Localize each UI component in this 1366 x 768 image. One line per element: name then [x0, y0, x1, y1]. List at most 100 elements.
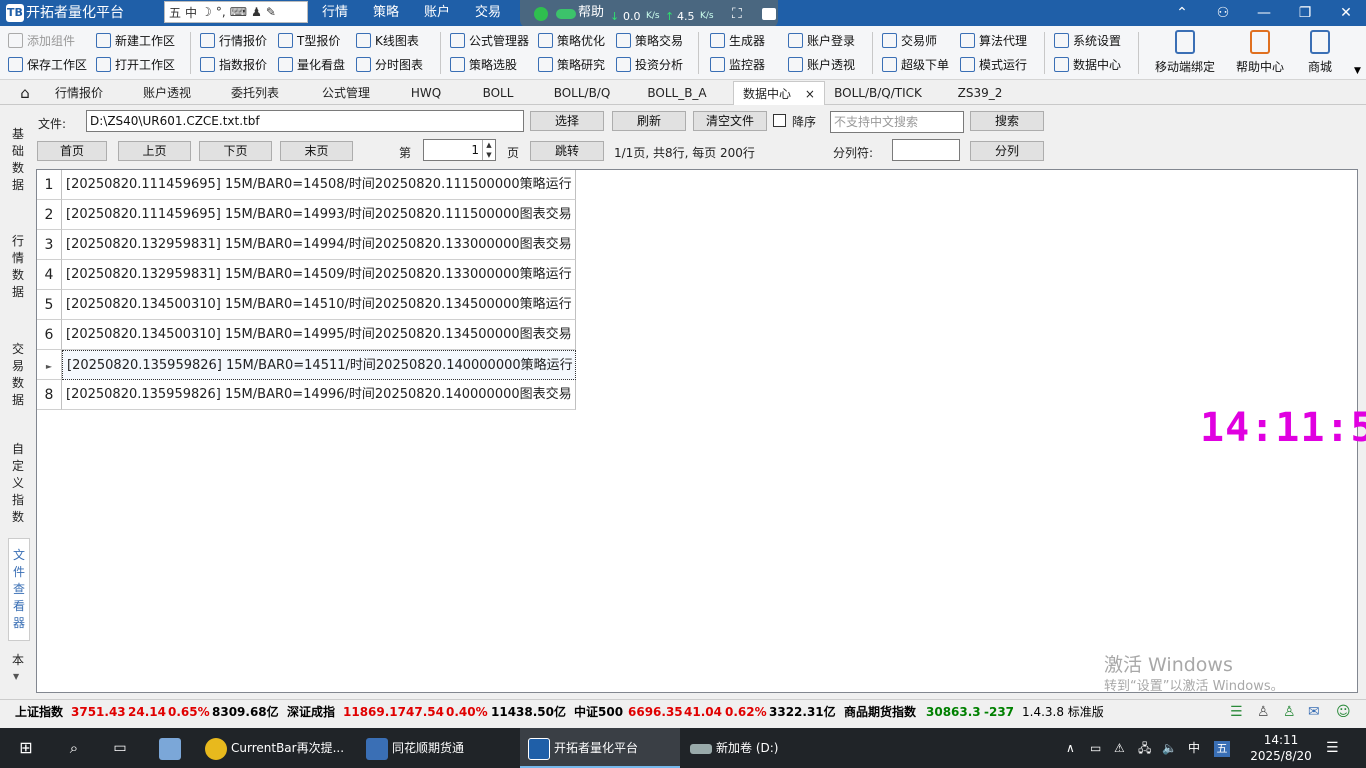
tab-data-center[interactable]: 数据中心 ×	[733, 81, 825, 105]
strategy-research-button[interactable]: 策略研究	[538, 53, 605, 75]
table-row[interactable]: 3 [20250820.132959831] 15M/BAR0=14994/时间2…	[37, 230, 577, 260]
taskbar-drive[interactable]: 新加卷 (D:)	[684, 728, 834, 768]
tab-boll-b-a[interactable]: BOLL_B_A	[638, 81, 716, 105]
search-button[interactable]: 搜索	[970, 111, 1044, 131]
nav-trade-data[interactable]: 交易数据	[10, 341, 26, 409]
start-icon[interactable]: ⊞	[14, 728, 38, 768]
nav-market-data[interactable]: 行情数据	[10, 233, 26, 301]
descending-checkbox[interactable]	[773, 114, 786, 127]
select-button[interactable]: 选择	[530, 111, 604, 131]
tick-chart-button[interactable]: 分时图表	[356, 53, 423, 75]
ime-chinese-toggle[interactable]: 中	[185, 4, 197, 21]
table-row[interactable]: 8 [20250820.135959826] 15M/BAR0=14996/时间2…	[37, 380, 577, 410]
monitor-button[interactable]: 监控器	[710, 53, 765, 75]
clear-file-button[interactable]: 清空文件	[693, 111, 767, 131]
calculator-icon[interactable]	[158, 728, 182, 768]
table-row[interactable]: 6 [20250820.134500310] 15M/BAR0=14995/时间2…	[37, 320, 577, 350]
ime-toolbar[interactable]: 五 中 ☽ °, ⌨ ♟ ✎	[164, 1, 308, 23]
last-page-button[interactable]: 末页	[280, 141, 353, 161]
collapse-icon[interactable]: ⌃	[1162, 0, 1202, 26]
search-input[interactable]: 不支持中文搜索	[830, 111, 964, 133]
person-check-icon[interactable]: ♙	[1283, 700, 1296, 724]
menu-help[interactable]: 帮助	[578, 4, 604, 22]
tray-network-icon[interactable]: 🖧	[1138, 728, 1151, 768]
split-button[interactable]: 分列	[970, 141, 1044, 161]
t-price-button[interactable]: T型报价	[278, 29, 340, 51]
generator-button[interactable]: 生成器	[710, 29, 765, 51]
screenshot-icon[interactable]: ⛶	[732, 6, 742, 22]
tab-orders[interactable]: 委托列表	[218, 81, 292, 105]
algo-agent-button[interactable]: 算法代理	[960, 29, 1027, 51]
quant-board-button[interactable]: 量化看盘	[278, 53, 345, 75]
nav-custom-index[interactable]: 自定义指数	[10, 441, 26, 526]
list-icon[interactable]: ☰	[1230, 700, 1243, 724]
tray-alert-icon[interactable]: ⚠	[1114, 728, 1125, 768]
restore-button[interactable]: ❐	[1285, 0, 1325, 26]
row-text[interactable]: [20250820.135959826] 15M/BAR0=14996/时间20…	[62, 380, 576, 410]
menu-market[interactable]: 行情	[322, 4, 348, 22]
tab-boll-b-q[interactable]: BOLL/B/Q	[545, 81, 619, 105]
tab-formula[interactable]: 公式管理	[308, 81, 384, 105]
chat-icon[interactable]: ✉	[1308, 700, 1320, 724]
nav-local[interactable]: 本	[10, 652, 26, 669]
table-row[interactable]: 5 [20250820.134500310] 15M/BAR0=14510/时间2…	[37, 290, 577, 320]
ime-keyboard-icon[interactable]: ⌨	[230, 5, 247, 19]
open-workspace-button[interactable]: 打开工作区	[96, 53, 175, 75]
index-price-button[interactable]: 指数报价	[200, 53, 267, 75]
row-text[interactable]: [20250820.134500310] 15M/BAR0=14510/时间20…	[62, 290, 576, 320]
notification-icon[interactable]: ☰	[1326, 728, 1339, 768]
tab-hwq[interactable]: HWQ	[396, 81, 456, 105]
kline-button[interactable]: K线图表	[356, 29, 419, 51]
system-settings-button[interactable]: 系统设置	[1054, 29, 1121, 51]
toolbar-overflow-icon[interactable]: ▼	[1354, 66, 1361, 76]
table-row[interactable]: 1 [20250820.111459695] 15M/BAR0=14508/时间2…	[37, 170, 577, 200]
table-row[interactable]: 2 [20250820.111459695] 15M/BAR0=14993/时间2…	[37, 200, 577, 230]
file-path-input[interactable]: D:\ZS40\UR601.CZCE.txt.tbf	[86, 110, 524, 132]
user-settings-icon[interactable]: ⚇	[1203, 0, 1243, 26]
account-view-button[interactable]: 账户透视	[788, 53, 855, 75]
tray-volume-icon[interactable]: 🔈	[1162, 728, 1177, 768]
row-text[interactable]: [20250820.132959831] 15M/BAR0=14994/时间20…	[62, 230, 576, 260]
ime-settings-icon[interactable]: ✎	[266, 5, 276, 19]
new-workspace-button[interactable]: 新建工作区	[96, 29, 175, 51]
refresh-button[interactable]: 刷新	[612, 111, 686, 131]
tab-boll-b-q-tick[interactable]: BOLL/B/Q/TICK	[826, 81, 930, 105]
task-view-icon[interactable]: ▭	[108, 728, 132, 768]
taskbar-tb[interactable]: 开拓者量化平台	[520, 728, 680, 768]
taskbar-ths[interactable]: 同花顺期货通	[360, 728, 516, 768]
formula-manager-button[interactable]: 公式管理器	[450, 29, 529, 51]
ime-wubi-icon[interactable]: 五	[169, 4, 181, 21]
tray-expand-icon[interactable]: ∧	[1066, 728, 1075, 768]
minimize-button[interactable]: —	[1244, 0, 1284, 26]
file-content-grid[interactable]: 1 [20250820.111459695] 15M/BAR0=14508/时间2…	[36, 169, 1358, 693]
tab-account-view[interactable]: 账户透视	[130, 81, 204, 105]
store-button[interactable]: 商城	[1285, 28, 1355, 76]
data-center-button[interactable]: 数据中心	[1054, 53, 1121, 75]
menu-strategy[interactable]: 策略	[373, 4, 399, 22]
invest-analysis-button[interactable]: 投资分析	[616, 53, 683, 75]
page-spinner[interactable]: ▲ ▼	[482, 140, 495, 160]
row-text[interactable]: [20250820.135959826] 15M/BAR0=14511/时间20…	[62, 350, 576, 380]
strategy-optimize-button[interactable]: 策略优化	[538, 29, 605, 51]
tab-quote[interactable]: 行情报价	[42, 81, 116, 105]
row-text[interactable]: [20250820.134500310] 15M/BAR0=14995/时间20…	[62, 320, 576, 350]
jump-button[interactable]: 跳转	[530, 141, 604, 161]
next-page-button[interactable]: 下页	[199, 141, 272, 161]
table-row-selected[interactable]: ► [20250820.135959826] 15M/BAR0=14511/时间2…	[37, 350, 577, 380]
tab-close-icon[interactable]: ×	[805, 87, 815, 101]
close-button[interactable]: ✕	[1326, 0, 1366, 26]
home-icon[interactable]: ⌂	[12, 81, 38, 105]
separator-input[interactable]	[892, 139, 960, 161]
first-page-button[interactable]: 首页	[37, 141, 107, 161]
menu-account[interactable]: 账户	[424, 4, 450, 22]
nav-file-viewer[interactable]: 文件查看器	[8, 538, 30, 641]
tab-zs39-2[interactable]: ZS39_2	[948, 81, 1012, 105]
ime-punct-icon[interactable]: °,	[216, 5, 226, 19]
mode-run-button[interactable]: 模式运行	[960, 53, 1027, 75]
table-row[interactable]: 4 [20250820.132959831] 15M/BAR0=14509/时间2…	[37, 260, 577, 290]
taskbar-chrome[interactable]: CurrentBar再次提...	[199, 728, 359, 768]
person-lock-icon[interactable]: ♙	[1257, 700, 1270, 724]
wechat-icon[interactable]: ☺	[1336, 700, 1351, 724]
nav-basic-data[interactable]: 基础数据	[10, 126, 26, 194]
camera-icon[interactable]	[762, 8, 776, 20]
